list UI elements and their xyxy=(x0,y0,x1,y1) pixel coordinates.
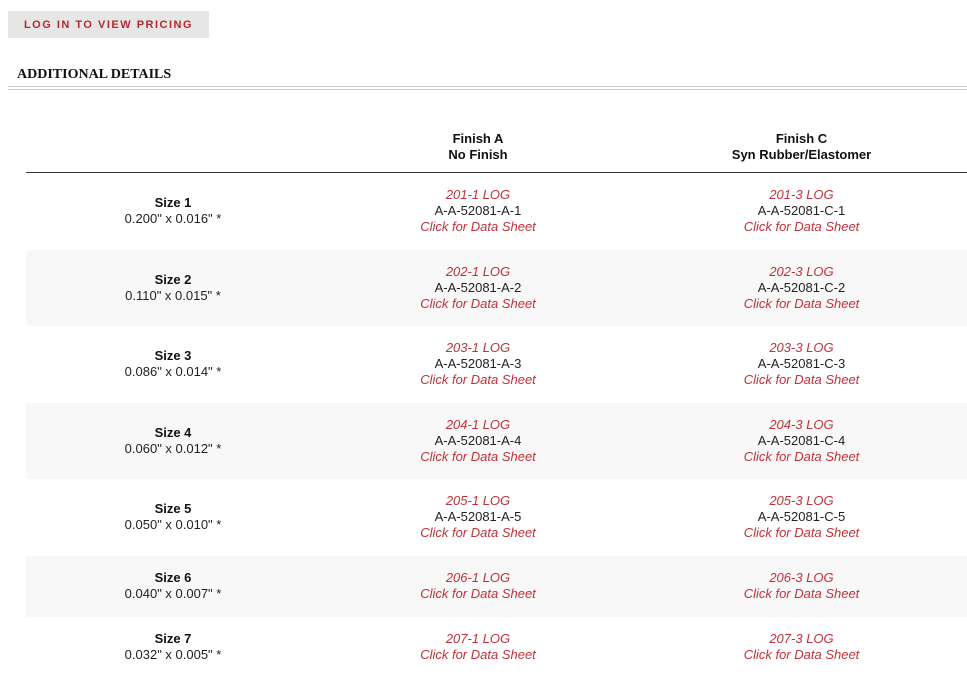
log-link[interactable]: 206-3 LOG xyxy=(769,570,833,586)
size-label: Size 7 xyxy=(154,631,192,646)
table-row: Size 6 0.040" x 0.007" * 206-1 LOG Click… xyxy=(26,555,967,617)
finish-a-cell: 202-1 LOG A-A-52081-A-2 Click for Data S… xyxy=(320,264,636,312)
log-link[interactable]: 203-1 LOG xyxy=(446,340,510,356)
size-label: Size 4 xyxy=(154,424,192,440)
finish-a-cell: 201-1 LOG A-A-52081-A-1 Click for Data S… xyxy=(320,187,636,235)
size-dimensions: 0.032" x 0.005" * xyxy=(124,647,222,662)
table-row: Size 1 0.200" x 0.016" * 201-1 LOG A-A-5… xyxy=(26,173,967,250)
login-to-view-pricing-button[interactable]: LOG IN TO VIEW PRICING xyxy=(8,11,209,38)
log-link[interactable]: 204-1 LOG xyxy=(446,417,510,433)
divider xyxy=(8,89,967,90)
size-cell: Size 3 0.086" x 0.014" * xyxy=(26,348,320,380)
part-number: A-A-52081-C-3 xyxy=(757,356,846,372)
finish-c-cell: 204-3 LOG A-A-52081-C-4 Click for Data S… xyxy=(636,417,967,465)
part-number: A-A-52081-A-2 xyxy=(434,279,522,295)
header-empty-cell xyxy=(26,128,320,172)
size-dimensions: 0.060" x 0.012" * xyxy=(124,440,222,456)
header-sub: No Finish xyxy=(448,147,508,162)
part-number: A-A-52081-A-3 xyxy=(434,356,522,372)
log-link[interactable]: 206-1 LOG xyxy=(446,570,510,586)
finish-c-cell: 203-3 LOG A-A-52081-C-3 Click for Data S… xyxy=(636,340,967,388)
data-sheet-link[interactable]: Click for Data Sheet xyxy=(744,296,860,312)
data-sheet-link[interactable]: Click for Data Sheet xyxy=(744,525,860,541)
size-cell: Size 2 0.110" x 0.015" * xyxy=(26,272,320,304)
finish-a-cell: 207-1 LOG Click for Data Sheet xyxy=(320,631,636,663)
log-link[interactable]: 203-3 LOG xyxy=(769,340,833,356)
finish-c-cell: 201-3 LOG A-A-52081-C-1 Click for Data S… xyxy=(636,187,967,235)
data-sheet-link[interactable]: Click for Data Sheet xyxy=(420,449,536,465)
header-sub: Syn Rubber/Elastomer xyxy=(731,147,872,162)
data-sheet-link[interactable]: Click for Data Sheet xyxy=(420,372,536,388)
finish-a-cell: 204-1 LOG A-A-52081-A-4 Click for Data S… xyxy=(320,417,636,465)
log-link[interactable]: 202-1 LOG xyxy=(446,264,510,280)
part-number: A-A-52081-C-5 xyxy=(757,509,846,525)
log-link[interactable]: 201-3 LOG xyxy=(769,187,833,203)
details-table: Finish A No Finish Finish C Syn Rubber/E… xyxy=(26,128,967,678)
table-row: Size 5 0.050" x 0.010" * 205-1 LOG A-A-5… xyxy=(26,479,967,556)
table-header: Finish A No Finish Finish C Syn Rubber/E… xyxy=(26,128,967,173)
header-finish-c: Finish C Syn Rubber/Elastomer xyxy=(636,128,967,172)
header-name: Finish C xyxy=(775,131,828,146)
divider xyxy=(8,86,967,87)
part-number: A-A-52081-C-1 xyxy=(757,203,846,219)
size-label: Size 6 xyxy=(154,570,192,585)
size-label: Size 1 xyxy=(154,195,192,211)
table-row: Size 4 0.060" x 0.012" * 204-1 LOG A-A-5… xyxy=(26,402,967,479)
size-dimensions: 0.110" x 0.015" * xyxy=(125,287,221,303)
header-name: Finish A xyxy=(452,131,504,146)
finish-c-cell: 205-3 LOG A-A-52081-C-5 Click for Data S… xyxy=(636,493,967,541)
section-title: ADDITIONAL DETAILS xyxy=(17,67,172,82)
finish-a-cell: 205-1 LOG A-A-52081-A-5 Click for Data S… xyxy=(320,493,636,541)
finish-a-cell: 206-1 LOG Click for Data Sheet xyxy=(320,570,636,602)
data-sheet-link[interactable]: Click for Data Sheet xyxy=(744,586,860,602)
size-cell: Size 4 0.060" x 0.012" * xyxy=(26,425,320,457)
finish-c-cell: 206-3 LOG Click for Data Sheet xyxy=(636,570,967,602)
data-sheet-link[interactable]: Click for Data Sheet xyxy=(420,296,536,312)
size-label: Size 2 xyxy=(154,271,192,287)
log-link[interactable]: 204-3 LOG xyxy=(769,417,833,433)
log-link[interactable]: 205-1 LOG xyxy=(446,493,510,509)
size-cell: Size 6 0.040" x 0.007" * xyxy=(26,570,320,602)
data-sheet-link[interactable]: Click for Data Sheet xyxy=(744,219,860,235)
size-dimensions: 0.200" x 0.016" * xyxy=(124,211,222,227)
data-sheet-link[interactable]: Click for Data Sheet xyxy=(420,525,536,541)
part-number: A-A-52081-C-2 xyxy=(757,279,846,295)
header-finish-a: Finish A No Finish xyxy=(320,128,636,172)
part-number: A-A-52081-A-1 xyxy=(434,203,522,219)
log-link[interactable]: 201-1 LOG xyxy=(446,187,510,203)
part-number: A-A-52081-A-5 xyxy=(434,509,522,525)
finish-c-cell: 202-3 LOG A-A-52081-C-2 Click for Data S… xyxy=(636,264,967,312)
finish-c-cell: 207-3 LOG Click for Data Sheet xyxy=(636,631,967,663)
data-sheet-link[interactable]: Click for Data Sheet xyxy=(744,647,860,663)
size-dimensions: 0.086" x 0.014" * xyxy=(124,364,222,380)
log-link[interactable]: 207-1 LOG xyxy=(446,631,510,647)
table-row: Size 3 0.086" x 0.014" * 203-1 LOG A-A-5… xyxy=(26,326,967,403)
log-link[interactable]: 205-3 LOG xyxy=(769,493,833,509)
log-link[interactable]: 207-3 LOG xyxy=(769,631,833,647)
table-row: Size 2 0.110" x 0.015" * 202-1 LOG A-A-5… xyxy=(26,249,967,326)
part-number: A-A-52081-A-4 xyxy=(434,432,522,448)
size-dimensions: 0.050" x 0.010" * xyxy=(124,517,222,533)
size-label: Size 3 xyxy=(154,348,192,364)
data-sheet-link[interactable]: Click for Data Sheet xyxy=(420,647,536,663)
size-cell: Size 1 0.200" x 0.016" * xyxy=(26,195,320,227)
table-row: Size 7 0.032" x 0.005" * 207-1 LOG Click… xyxy=(26,617,967,678)
part-number: A-A-52081-C-4 xyxy=(757,432,846,448)
size-label: Size 5 xyxy=(154,501,192,517)
size-cell: Size 5 0.050" x 0.010" * xyxy=(26,501,320,533)
size-cell: Size 7 0.032" x 0.005" * xyxy=(26,631,320,663)
finish-a-cell: 203-1 LOG A-A-52081-A-3 Click for Data S… xyxy=(320,340,636,388)
data-sheet-link[interactable]: Click for Data Sheet xyxy=(420,586,536,602)
data-sheet-link[interactable]: Click for Data Sheet xyxy=(744,372,860,388)
data-sheet-link[interactable]: Click for Data Sheet xyxy=(744,449,860,465)
log-link[interactable]: 202-3 LOG xyxy=(769,264,833,280)
data-sheet-link[interactable]: Click for Data Sheet xyxy=(420,219,536,235)
size-dimensions: 0.040" x 0.007" * xyxy=(124,586,222,601)
